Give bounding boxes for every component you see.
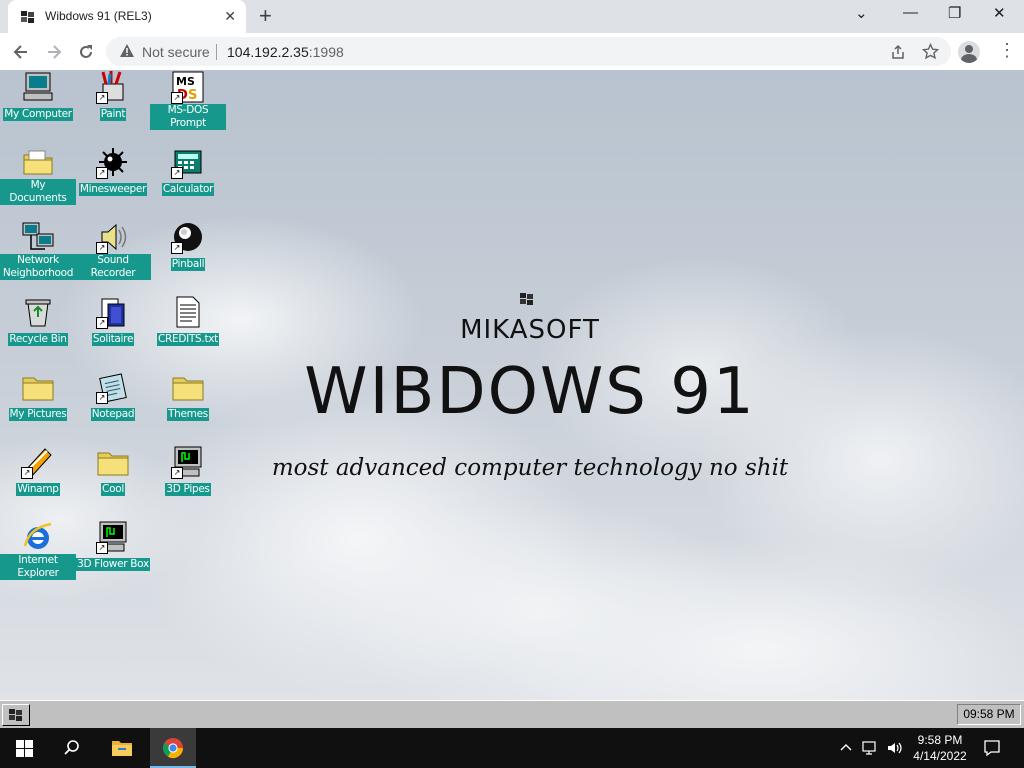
url-port: :1998 (308, 44, 344, 60)
desktop-icon-label: Minesweeper (78, 183, 148, 196)
desktop-icon-minesweeper[interactable]: ↗ Minesweeper (75, 145, 151, 197)
shortcut-arrow-icon: ↗ (171, 242, 183, 254)
system-clock[interactable]: 9:58 PM 4/14/2022 (905, 732, 975, 764)
windows-start-icon[interactable] (16, 740, 33, 757)
wibdows-favicon-icon (21, 11, 34, 23)
profile-icon[interactable] (958, 41, 980, 63)
desktop-icon-label: Sound Recorder (75, 254, 151, 280)
back-icon[interactable] (12, 43, 30, 61)
tab-close-icon[interactable]: ✕ (224, 8, 236, 25)
tab-title: Wibdows 91 (REL3) (45, 9, 152, 23)
brand-text: MIKASOFT (460, 315, 600, 345)
tab-strip: Wibdows 91 (REL3) ✕ + ⌄ — ❐ ✕ (0, 0, 1024, 33)
desktop-icon-label: 3D Pipes (165, 483, 211, 496)
slogan-text: most advanced computer technology no shi… (271, 455, 789, 481)
desktop-icon-my-documents[interactable]: My Documents (0, 145, 76, 206)
screensaver-icon: ↗ (96, 520, 130, 554)
desktop-icon-network-neighborhood[interactable]: Network Neighborhood (0, 220, 76, 281)
mine-icon: ↗ (96, 145, 130, 179)
wibdows-start-button[interactable] (2, 704, 30, 726)
share-icon[interactable] (890, 44, 906, 60)
wibdows-logo-icon (520, 293, 533, 305)
menu-icon[interactable]: ⋮ (998, 40, 1016, 61)
address-bar[interactable]: Not secure 104.192.2.35:1998 (106, 37, 951, 66)
desktop-icon-label: Paint (99, 108, 127, 121)
desktop-icon-label: Pinball (170, 258, 206, 271)
bookmark-star-icon[interactable] (922, 43, 939, 60)
desktop-icon-label: 3D Flower Box (76, 558, 150, 571)
wibdows-taskbar: 09:58 PM (0, 700, 1024, 728)
speaker-icon: ↗ (96, 220, 130, 254)
svg-text:S: S (188, 88, 197, 103)
url-text[interactable]: 104.192.2.35:1998 (227, 44, 344, 60)
shortcut-arrow-icon: ↗ (96, 242, 108, 254)
folder-documents-icon (21, 145, 55, 179)
desktop-icon-pinball[interactable]: ↗ Pinball (150, 220, 226, 272)
desktop-icon-label: Winamp (16, 483, 60, 496)
pinball-icon: ↗ (171, 220, 205, 254)
network-icon[interactable] (862, 740, 880, 756)
paint-icon: ↗ (96, 70, 130, 104)
computer-icon (21, 70, 55, 104)
close-window-button[interactable]: ✕ (993, 4, 1006, 22)
volume-icon[interactable] (886, 740, 904, 756)
notifications-icon[interactable] (983, 739, 1001, 757)
desktop-icon-ms-dos-prompt[interactable]: MSDS↗MS-DOS Prompt (150, 70, 226, 131)
clock-time: 9:58 PM (917, 733, 963, 747)
desktop-icon-label: Network Neighborhood (0, 254, 76, 280)
new-tab-button[interactable]: + (259, 3, 272, 29)
msdos-icon: MSDS↗ (171, 70, 205, 104)
shortcut-arrow-icon: ↗ (171, 167, 183, 179)
search-icon[interactable] (63, 739, 81, 757)
desktop-icon-label: My Computer (3, 108, 73, 121)
desktop-icon-label: Cool (101, 483, 125, 496)
shortcut-arrow-icon: ↗ (96, 167, 108, 179)
tab-search-dropdown-icon[interactable]: ⌄ (855, 4, 868, 22)
product-title: WIBDOWS 91 (304, 355, 756, 429)
desktop-icon-label: Internet Explorer (0, 554, 76, 580)
reload-icon[interactable] (77, 43, 95, 61)
desktop-icon-calculator[interactable]: ↗ Calculator (150, 145, 226, 197)
maximize-button[interactable]: ❐ (948, 4, 961, 22)
wibdows-logo-icon (9, 709, 22, 721)
chrome-taskbar-button[interactable] (150, 728, 196, 768)
desktop-icon-3d-flower-box[interactable]: ↗ 3D Flower Box (75, 520, 151, 572)
desktop-icon-my-computer[interactable]: My Computer (0, 70, 76, 122)
calculator-icon: ↗ (171, 145, 205, 179)
clock-date: 4/14/2022 (913, 749, 967, 763)
warning-icon[interactable] (119, 43, 135, 59)
wibdows-desktop: My Computer↗PaintMSDS↗MS-DOS PromptMy Do… (0, 70, 1024, 700)
wibdows-clock[interactable]: 09:58 PM (957, 704, 1021, 725)
browser-toolbar: Not secure 104.192.2.35:1998 ⋮ (0, 33, 1024, 71)
chrome-icon (163, 738, 184, 759)
desktop-icon-sound-recorder[interactable]: ↗ Sound Recorder (75, 220, 151, 281)
url-host: 104.192.2.35 (227, 44, 309, 60)
forward-icon[interactable] (45, 43, 63, 61)
shortcut-arrow-icon: ↗ (171, 92, 183, 104)
network-icon (21, 220, 55, 254)
not-secure-label[interactable]: Not secure (142, 44, 210, 60)
desktop-icon-paint[interactable]: ↗ Paint (75, 70, 151, 122)
internet-explorer-icon (21, 520, 55, 554)
shortcut-arrow-icon: ↗ (96, 92, 108, 104)
omnibox-divider (216, 44, 217, 60)
windows-taskbar: 9:58 PM 4/14/2022 (0, 728, 1024, 768)
minimize-button[interactable]: — (903, 4, 918, 21)
browser-tab[interactable]: Wibdows 91 (REL3) ✕ (8, 0, 246, 33)
desktop-icon-label: MS-DOS Prompt (150, 104, 226, 130)
desktop-icon-internet-explorer[interactable]: Internet Explorer (0, 520, 76, 581)
file-explorer-icon[interactable] (111, 738, 133, 758)
desktop-icon-label: My Documents (0, 179, 76, 205)
svg-text:MS: MS (176, 75, 195, 88)
shortcut-arrow-icon: ↗ (96, 542, 108, 554)
desktop-icon-label: Calculator (161, 183, 215, 196)
chevron-up-icon[interactable] (840, 742, 852, 752)
